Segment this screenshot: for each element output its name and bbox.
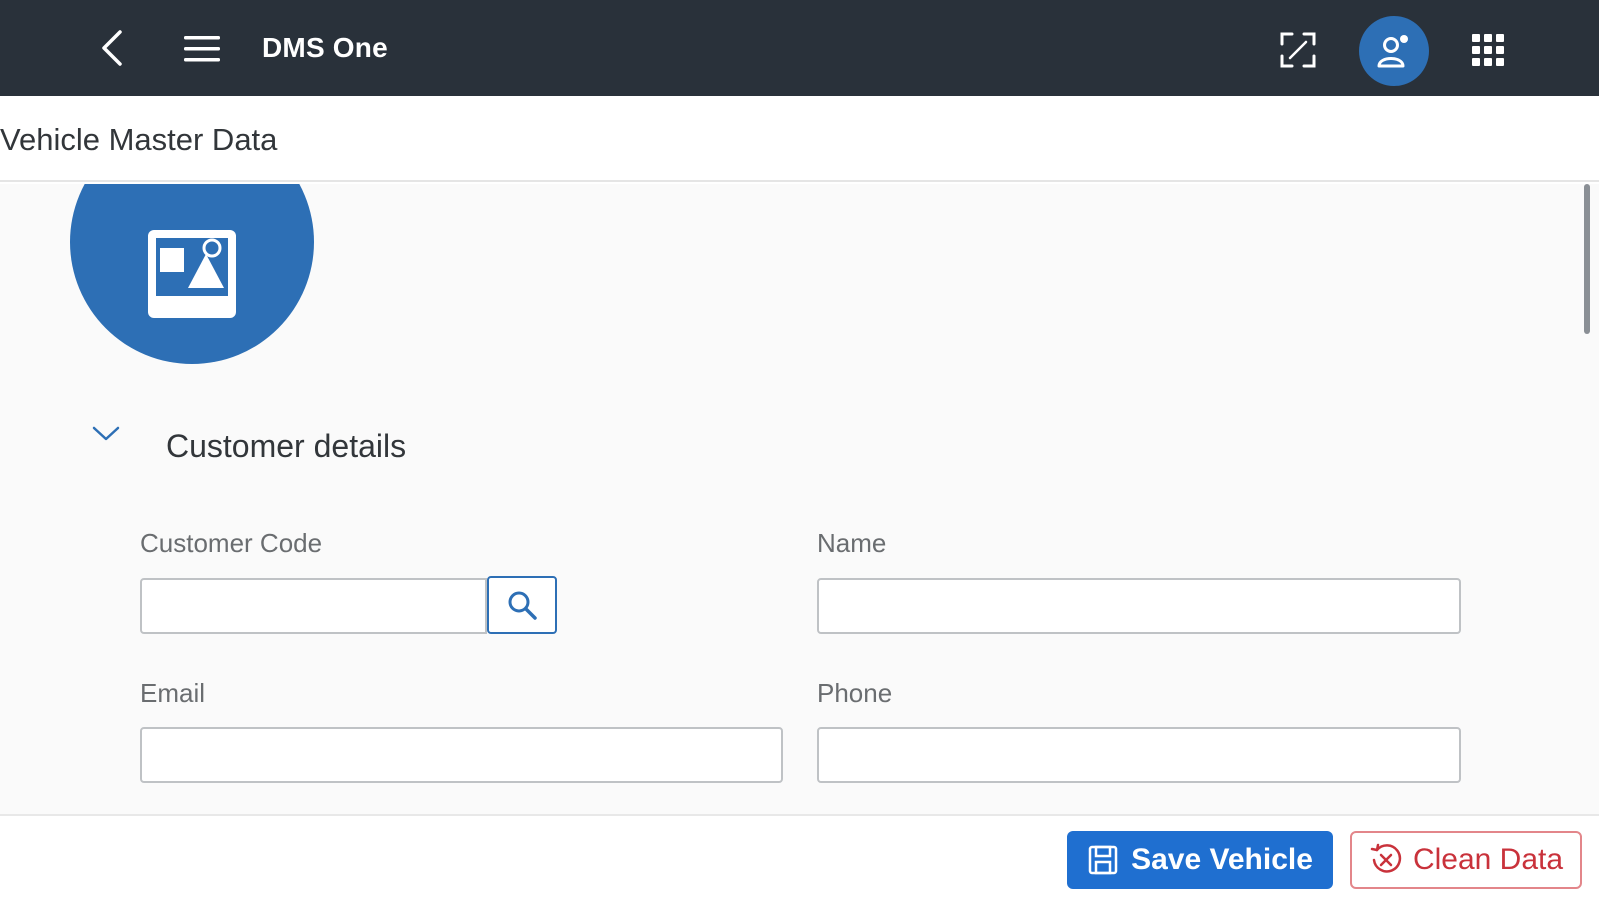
save-icon: [1088, 845, 1118, 875]
email-input[interactable]: [140, 727, 783, 783]
object-page-content: Customer details Customer Code Name Emai…: [0, 184, 1599, 814]
section-title: Customer details: [166, 428, 407, 464]
image-placeholder-icon: [148, 230, 236, 318]
clean-data-label: Clean Data: [1412, 843, 1564, 876]
page-title: Vehicle Master Data: [0, 122, 278, 157]
chevron-down-icon: [92, 426, 120, 441]
phone-label: Phone: [817, 678, 893, 708]
save-vehicle-label: Save Vehicle: [1131, 843, 1313, 876]
hamburger-menu-icon: [184, 36, 220, 62]
customer-code-label: Customer Code: [140, 528, 323, 558]
section-collapse-toggle[interactable]: [88, 420, 124, 448]
phone-input[interactable]: [817, 727, 1461, 783]
footer-toolbar: Save Vehicle Clean Data: [0, 814, 1599, 900]
save-vehicle-button[interactable]: Save Vehicle: [1067, 831, 1333, 889]
clear-circle-icon: [1370, 843, 1402, 873]
search-icon: [508, 591, 537, 620]
user-avatar[interactable]: [1359, 16, 1429, 86]
app-title: DMS One: [262, 32, 388, 63]
fullscreen-icon: [1280, 32, 1316, 68]
fullscreen-button[interactable]: [1276, 28, 1320, 72]
app-launcher-button[interactable]: [1466, 28, 1510, 72]
clean-data-button[interactable]: Clean Data: [1350, 831, 1582, 889]
name-input[interactable]: [817, 578, 1461, 634]
app-grid-icon: [1472, 34, 1504, 66]
menu-button[interactable]: [180, 28, 224, 70]
customer-code-input[interactable]: [140, 578, 487, 634]
name-label: Name: [817, 528, 887, 558]
email-label: Email: [140, 678, 206, 708]
page-header: Vehicle Master Data: [0, 96, 1599, 182]
shell-bar: DMS One: [0, 0, 1599, 96]
vertical-scrollbar[interactable]: [1584, 184, 1590, 334]
back-arrow-icon: [102, 30, 122, 66]
customer-search-button[interactable]: [487, 576, 557, 634]
back-button[interactable]: [90, 26, 134, 70]
user-avatar-icon: [1377, 35, 1408, 68]
vehicle-image-avatar[interactable]: [70, 184, 314, 364]
